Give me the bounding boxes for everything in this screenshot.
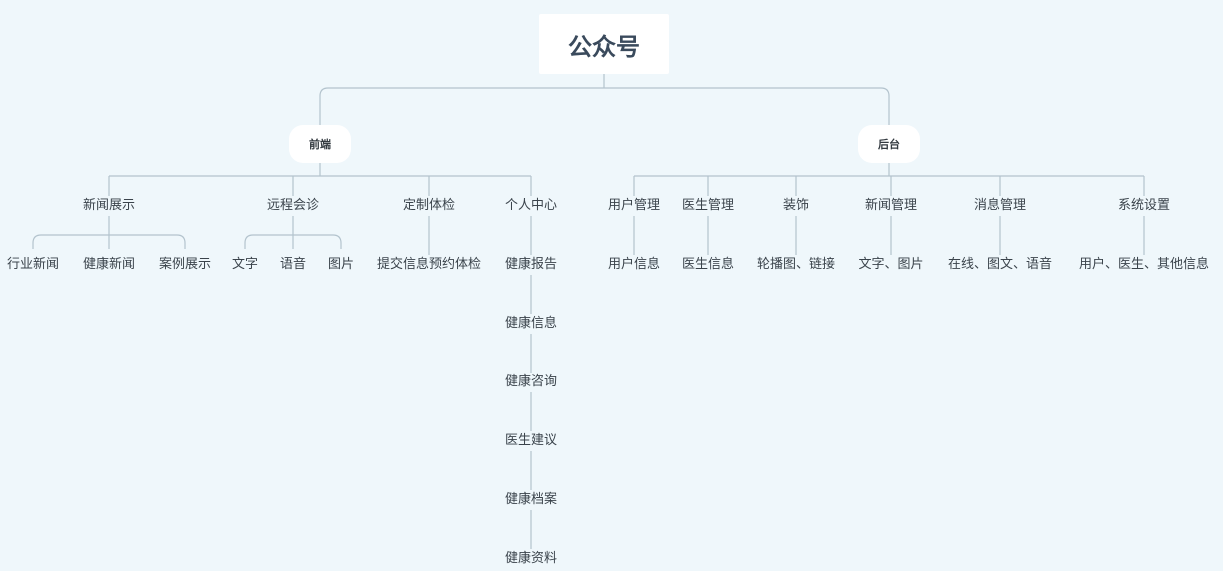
news-children-connector: [32, 216, 186, 249]
group-node[interactable]: 新闻管理: [863, 198, 919, 214]
consult-children-connector: [244, 216, 342, 249]
group-node[interactable]: 远程会诊: [265, 198, 321, 214]
leaf-node[interactable]: 健康咨询: [503, 374, 559, 390]
leaf-node[interactable]: 医生建议: [503, 433, 559, 449]
leaf-node[interactable]: 健康资料: [503, 551, 559, 567]
connector-lines: [32, 74, 1145, 549]
group-node[interactable]: 装饰: [781, 198, 811, 214]
group-node[interactable]: 定制体检: [401, 198, 457, 214]
leaf-node[interactable]: 医生信息: [680, 257, 736, 273]
leaf-node[interactable]: 文字、图片: [857, 257, 925, 273]
leaf-node[interactable]: 图片: [326, 257, 356, 273]
leaf-node[interactable]: 案例展示: [157, 257, 213, 273]
leaf-node[interactable]: 提交信息预约体检: [375, 257, 483, 273]
branch-node-frontend[interactable]: 前端: [289, 125, 351, 163]
leaf-node[interactable]: 健康档案: [503, 492, 559, 508]
leaf-node[interactable]: 健康信息: [503, 316, 559, 332]
leaf-node[interactable]: 在线、图文、语音: [946, 257, 1054, 273]
leaf-node[interactable]: 用户信息: [606, 257, 662, 273]
group-node[interactable]: 新闻展示: [81, 198, 137, 214]
branch-node-backend[interactable]: 后台: [858, 125, 920, 163]
leaf-node[interactable]: 用户、医生、其他信息: [1077, 257, 1211, 273]
leaf-node[interactable]: 语音: [278, 257, 308, 273]
leaf-node[interactable]: 文字: [230, 257, 260, 273]
mind-map: 公众号 前端 后台 新闻展示 行业新闻 健康新闻 案例展示 远程会诊 文字 语音…: [0, 0, 1223, 571]
group-node[interactable]: 个人中心: [503, 198, 559, 214]
leaf-node[interactable]: 健康新闻: [81, 257, 137, 273]
leaf-node[interactable]: 轮播图、链接: [755, 257, 837, 273]
group-node[interactable]: 消息管理: [972, 198, 1028, 214]
group-node[interactable]: 系统设置: [1116, 198, 1172, 214]
leaf-node[interactable]: 健康报告: [503, 257, 559, 273]
root-branch-bar: [319, 87, 890, 125]
group-node[interactable]: 医生管理: [680, 198, 736, 214]
root-node[interactable]: 公众号: [539, 14, 669, 74]
leaf-node[interactable]: 行业新闻: [5, 257, 61, 273]
group-node[interactable]: 用户管理: [606, 198, 662, 214]
